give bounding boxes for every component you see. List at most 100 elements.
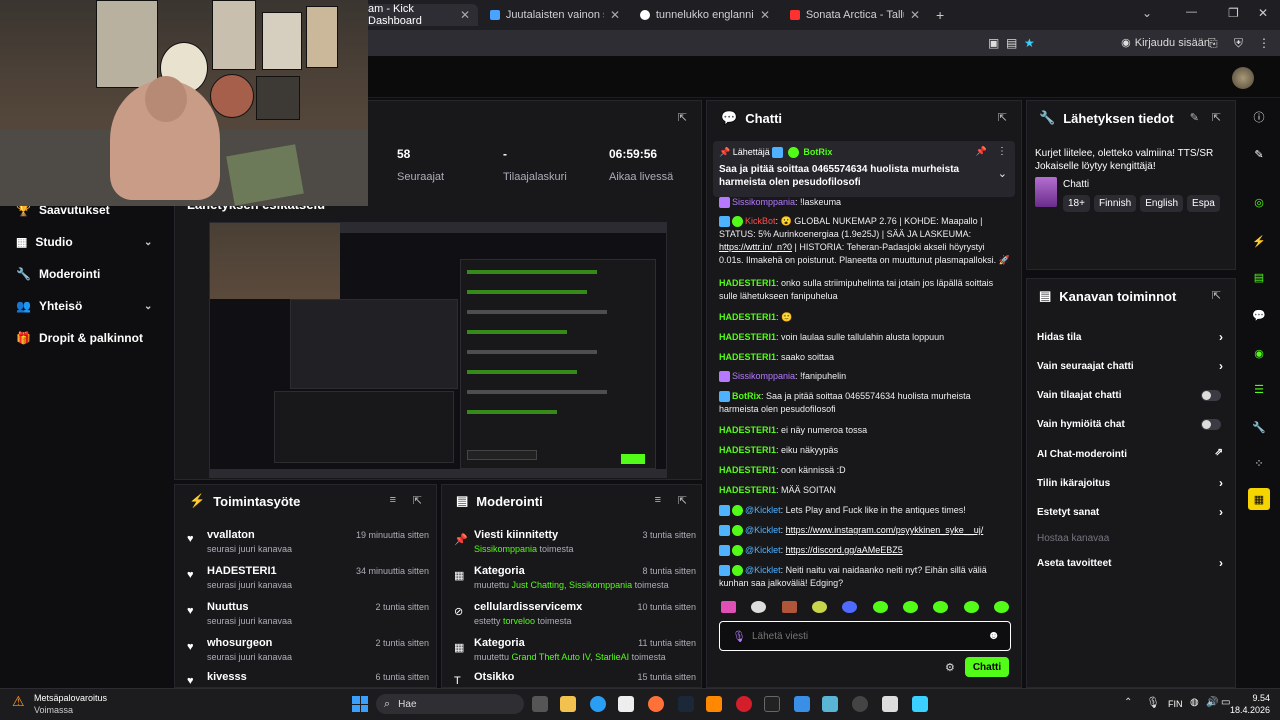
language-indicator[interactable]: FIN xyxy=(1168,699,1183,709)
signin-button[interactable]: ◉ Kirjaudu sisään xyxy=(1121,36,1210,50)
wrench-icon[interactable]: 🔧 xyxy=(1248,416,1270,438)
expand-icon[interactable]: ⇱ xyxy=(998,111,1007,124)
action-followers-only[interactable]: Vain seuraajat chatti › xyxy=(1037,359,1223,373)
steam-icon[interactable] xyxy=(678,696,694,712)
tab-google[interactable]: tunnelukko englanniksi - Googl ✕ xyxy=(632,4,778,26)
camera-icon[interactable]: ◎ xyxy=(1248,191,1270,213)
edit-icon[interactable]: ✎ xyxy=(1190,111,1199,124)
emote-icon[interactable] xyxy=(751,601,767,613)
vlc-icon[interactable] xyxy=(706,696,722,712)
emote-icon[interactable] xyxy=(842,601,858,613)
tab-juutalaisten[interactable]: Juutalaisten vainon syyt ja aikaj ✕ xyxy=(482,4,628,26)
action-subscribers-only[interactable]: Vain tilaajat chatti xyxy=(1037,390,1223,401)
emote-icon[interactable] xyxy=(902,601,918,613)
taskbar-search[interactable]: ⌕ Hae xyxy=(376,694,524,714)
tray-chevron-icon[interactable]: ⌃ xyxy=(1124,697,1132,708)
filter-icon[interactable]: ≡ xyxy=(390,494,396,506)
app-icon[interactable] xyxy=(912,696,928,712)
sidebar-item-drops[interactable]: 🎁 Dropit & palkinnot xyxy=(16,331,143,345)
star-icon[interactable]: ★ xyxy=(1024,36,1035,50)
chat-link[interactable]: https://wttr.in/_n?0 xyxy=(719,242,792,252)
action-ai-moderation[interactable]: AI Chat-moderointi ⇗ xyxy=(1037,447,1223,460)
list-item[interactable]: ▦ Kategoria muutettu Just Chatting, Siss… xyxy=(454,565,696,601)
restore-button[interactable]: ❐ xyxy=(1228,6,1239,20)
emote-icon[interactable] xyxy=(963,601,979,613)
stream-preview-video[interactable] xyxy=(209,222,667,478)
list-item[interactable]: ♥ Nuuttus seurasi juuri kanavaa 2 tuntia… xyxy=(187,601,429,637)
action-emotes-only[interactable]: Vain hymiöitä chat xyxy=(1037,419,1223,430)
more-options-button[interactable]: ⋮ xyxy=(997,146,1007,157)
volume-icon[interactable]: 🔊 xyxy=(1206,697,1218,708)
pinned-message[interactable]: 📌 Lähettäjä BotRix Saa ja pitää soittaa … xyxy=(713,141,1015,197)
expand-icon[interactable]: ⇱ xyxy=(1212,289,1221,302)
action-age-restriction[interactable]: Tilin ikärajoitus › xyxy=(1037,476,1223,490)
edge-icon[interactable] xyxy=(590,696,606,712)
emote-icon[interactable] xyxy=(933,601,949,613)
list-item[interactable]: T Otsikko 15 tuntia sitten xyxy=(454,671,696,687)
list-icon[interactable]: ☰ xyxy=(1248,378,1270,400)
clock-time[interactable]: 9.54 xyxy=(1226,693,1270,703)
info-icon[interactable]: ⓘ xyxy=(1248,106,1270,128)
list-item[interactable]: ♥ whosurgeon seurasi juuri kanavaa 2 tun… xyxy=(187,637,429,673)
emoji-icon[interactable]: ☻ xyxy=(987,628,1000,642)
sidebar-item-community[interactable]: 👥 Yhteisö ⌄ xyxy=(16,299,152,313)
close-icon[interactable]: ✕ xyxy=(760,8,770,22)
pencil-icon[interactable]: ✎ xyxy=(1248,143,1270,165)
reader-icon[interactable]: ▤ xyxy=(1006,36,1017,50)
emote-icon[interactable] xyxy=(721,601,736,613)
broadcast-icon[interactable]: ◉ xyxy=(1248,342,1270,364)
document-icon[interactable]: ▤ xyxy=(1248,266,1270,288)
close-icon[interactable]: ✕ xyxy=(910,8,920,22)
chat-icon[interactable]: 💬 xyxy=(1248,304,1270,326)
send-chat-button[interactable]: Chatti xyxy=(965,657,1009,677)
list-item[interactable]: ♥ kivesss 6 tuntia sitten xyxy=(187,671,429,687)
folder-icon[interactable] xyxy=(560,696,576,712)
tag[interactable]: Espa xyxy=(1187,195,1220,212)
sidebar-item-studio[interactable]: ▦ Studio ⌄ xyxy=(16,235,152,249)
tab-list-icon[interactable]: ⌄ xyxy=(1142,6,1152,20)
toggle-switch[interactable] xyxy=(1201,390,1221,401)
photos-icon[interactable] xyxy=(822,696,838,712)
emote-icon[interactable] xyxy=(811,601,827,613)
widget-icon[interactable]: ▦ xyxy=(1248,488,1270,510)
task-view-icon[interactable] xyxy=(532,696,548,712)
menu-icon[interactable]: ⋮ xyxy=(1258,36,1270,50)
add-widget-icon[interactable]: ⁘ xyxy=(1248,452,1270,474)
firefox-icon[interactable] xyxy=(648,696,664,712)
filter-icon[interactable]: ≡ xyxy=(655,494,661,506)
emote-icon[interactable] xyxy=(993,601,1009,613)
unpin-button[interactable]: 📌 xyxy=(976,146,987,157)
minimize-button[interactable]: — xyxy=(1186,6,1197,18)
chat-input-box[interactable]: 🎙 ☻ xyxy=(719,621,1011,651)
weather-title[interactable]: Metsäpalovaroitus xyxy=(34,693,107,703)
close-window-button[interactable]: ✕ xyxy=(1258,6,1268,20)
expand-icon[interactable]: ⇱ xyxy=(413,494,422,507)
screenshot-icon[interactable]: ▣ xyxy=(988,36,999,50)
mic-icon[interactable]: 🎙 xyxy=(1146,696,1160,709)
sidebar-item-moderation[interactable]: 🔧 Moderointi xyxy=(16,267,100,281)
action-set-goals[interactable]: Aseta tavoitteet › xyxy=(1037,556,1223,570)
network-icon[interactable]: ◍ xyxy=(1190,697,1199,708)
shield-icon[interactable]: ⛨ xyxy=(1234,36,1243,51)
emote-icon[interactable] xyxy=(872,601,888,613)
list-item[interactable]: ♥ HADESTERI1 seurasi juuri kanavaa 34 mi… xyxy=(187,565,429,601)
tag[interactable]: English xyxy=(1140,195,1184,212)
action-slow-mode[interactable]: Hidas tila › xyxy=(1037,330,1223,344)
list-item[interactable]: ▦ Kategoria muutettu Grand Theft Auto IV… xyxy=(454,637,696,673)
chat-link[interactable]: https://www.instagram.com/psyykkinen_syk… xyxy=(786,525,984,535)
tag[interactable]: 18+ xyxy=(1063,195,1090,212)
collapse-pinned-button[interactable]: ⌄ xyxy=(998,167,1007,180)
store-icon[interactable] xyxy=(618,696,634,712)
emote-icon[interactable] xyxy=(781,601,797,613)
avatar[interactable] xyxy=(1232,67,1254,89)
list-item[interactable]: 📌 Viesti kiinnitetty Sissikomppania toim… xyxy=(454,529,696,565)
chat-settings-icon[interactable]: ⚙ xyxy=(945,661,955,674)
windows-start-icon[interactable] xyxy=(352,696,368,712)
action-banned-words[interactable]: Estetyt sanat › xyxy=(1037,505,1223,519)
chat-input[interactable] xyxy=(752,628,972,644)
app-icon[interactable] xyxy=(794,696,810,712)
tag[interactable]: Finnish xyxy=(1093,195,1137,212)
obs-icon[interactable] xyxy=(852,696,868,712)
close-icon[interactable]: ✕ xyxy=(610,8,620,22)
list-item[interactable]: ♥ vvallaton seurasi juuri kanavaa 19 min… xyxy=(187,529,429,565)
